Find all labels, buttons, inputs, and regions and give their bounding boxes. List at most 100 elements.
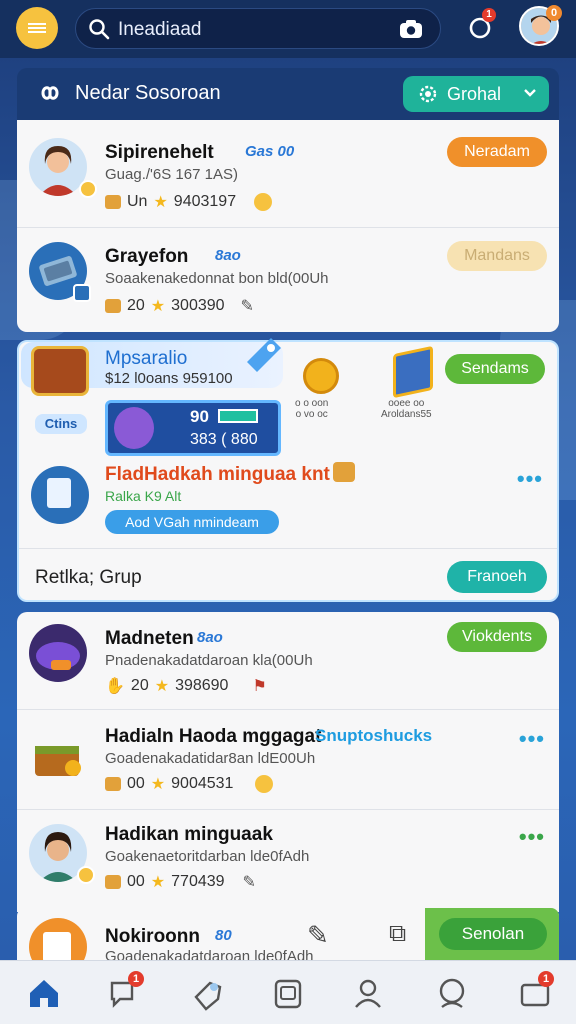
more-icon[interactable]: ••• [517, 466, 543, 492]
action-button[interactable]: Viokdents [447, 622, 547, 652]
group-label: Retlka; Grup [35, 567, 142, 588]
coins-icon [299, 348, 351, 394]
stat-score: 300390 [171, 297, 225, 314]
gift-box-icon [393, 345, 433, 399]
stat-count: 00 [127, 775, 145, 792]
more-icon[interactable]: ••• [519, 726, 545, 752]
franchise-button[interactable]: Franoeh [447, 561, 547, 593]
game-logo-icon [36, 642, 80, 670]
featured-title: Mpsaralio [105, 348, 188, 369]
stat-score: 9004531 [171, 775, 234, 792]
item-name: FladHadkah minguaa knt [105, 464, 330, 485]
chevron-down-icon [524, 89, 536, 97]
item-tag: 80 [215, 927, 232, 944]
list-item[interactable]: Sipirenehelt Gas 00 Guag./'6S 167 1AS) U… [17, 120, 559, 228]
pencil-icon: ✎ [240, 298, 254, 315]
coin-badge-icon [79, 180, 97, 198]
item-subtitle: Goadenakadatidar8an ldE00Uh [105, 750, 316, 767]
infinity-icon [41, 86, 59, 100]
nav-friends[interactable] [348, 973, 388, 1013]
chest-icon [105, 195, 121, 209]
camera-icon[interactable] [398, 18, 424, 40]
group-footer: Retlka; Grup Franoeh [19, 548, 557, 602]
add-button[interactable]: Aod VGah nmindeam [105, 510, 279, 534]
featured-subtitle: $12 l0oans 959100 [105, 370, 233, 387]
nav-inbox[interactable]: 1 [516, 971, 556, 1013]
search-icon [89, 19, 110, 40]
list-item[interactable]: Grayefon 8ao Soaakenakedonnat bon bld(00… [17, 228, 559, 332]
person-icon [355, 979, 381, 1008]
stat-count: 20 [130, 677, 149, 694]
flag-icon: ⚑ [252, 678, 267, 695]
item-name: Nokiroonn [105, 926, 200, 947]
stat-score: 398690 [175, 677, 229, 694]
send-panel: Senolan [425, 908, 559, 960]
avatar [29, 726, 87, 784]
send-button[interactable]: Sendams [445, 354, 545, 384]
item-name: Sipirenehelt [105, 142, 214, 163]
bottom-nav: 1 1 [0, 960, 576, 1024]
action-button[interactable]: Mandans [447, 241, 547, 271]
menu-button[interactable] [16, 7, 58, 49]
chest-icon [105, 875, 121, 889]
leaf-icon[interactable]: ✎ [307, 920, 329, 951]
home-icon [30, 980, 58, 1007]
nav-messages[interactable]: 1 [104, 971, 144, 1013]
item-name: Grayefon [105, 246, 189, 267]
treasure-chest-icon [31, 346, 89, 396]
item-stats: ✋ 20 ★ 398690 ⚑ [105, 676, 267, 696]
item-subtitle: Pnadenakadatdaroan kla(00Uh [105, 652, 313, 669]
share-icon[interactable]: ⧉ [389, 920, 406, 948]
search-input[interactable]: Ineadiaad [118, 19, 201, 41]
global-dropdown-label: Grohal [447, 84, 502, 104]
action-button[interactable]: Neradam [447, 137, 547, 167]
send-button[interactable]: Senolan [439, 918, 547, 950]
featured-card: Ctins Mpsaralio $12 l0oans 959100 o o oo… [17, 338, 559, 602]
stat-score: 770439 [171, 873, 225, 890]
chest-icon [333, 462, 355, 482]
chest-icon [105, 299, 121, 313]
item-name: Hadialn Haoda mggagat [105, 726, 322, 747]
list-item[interactable]: Nokiroonn 80 Goadenakadatdaroan lde0fAdh… [17, 908, 559, 960]
item-stats: 00 ★ 9004531 [105, 774, 274, 794]
pencil-icon: ✎ [242, 874, 256, 891]
nav-profile[interactable] [432, 973, 472, 1013]
nav-search[interactable] [188, 973, 228, 1013]
item-tag: 8ao [197, 629, 223, 646]
section-header: Nedar Sosoroan Grohal [17, 68, 559, 120]
item-stats: 00 ★ 770439 ✎ [105, 872, 256, 892]
notifications-button[interactable]: 1 [466, 8, 496, 42]
tag-icon [194, 981, 222, 1011]
list-item[interactable]: Hadikan minguaak Goakenaetoritdarban lde… [17, 810, 559, 912]
rocket-icon [247, 338, 281, 372]
nav-shop[interactable] [268, 973, 308, 1013]
top-bar: Ineadiaad 1 0 [0, 0, 576, 58]
progress-bar [218, 409, 258, 423]
item-tag: Gas 00 [245, 143, 295, 160]
star-icon: ★ [150, 776, 166, 793]
avatar [29, 624, 87, 682]
item-subtitle: Goadenakadatdaroan lde0fAdh [105, 948, 314, 960]
gear-icon [419, 85, 437, 103]
avatar-badge: 0 [546, 5, 562, 21]
stat-count: 20 [127, 297, 145, 314]
tile-caption: o o oon o vo oc [295, 398, 329, 420]
nav-home[interactable] [24, 973, 64, 1013]
search-bar[interactable]: Ineadiaad [75, 8, 441, 49]
item-subtitle: Goakenaetoritdarban lde0fAdh [105, 848, 310, 865]
stat-count: 00 [127, 873, 145, 890]
more-icon[interactable]: ••• [519, 824, 545, 850]
game-tile[interactable]: 90 383 ( 880 [105, 400, 281, 456]
list-card: Sipirenehelt Gas 00 Guag./'6S 167 1AS) U… [17, 120, 559, 332]
item-stats: Un ★ 9403197 [105, 192, 273, 212]
star-icon: ★ [150, 874, 166, 891]
star-icon: ★ [153, 194, 168, 211]
global-dropdown[interactable]: Grohal [403, 76, 549, 112]
icon-label: Ctins [35, 414, 87, 434]
document-avatar-icon [29, 918, 87, 960]
list-item[interactable]: Madneten 8ao Pnadenakadatdaroan kla(00Uh… [17, 612, 559, 710]
coin-badge-icon [77, 866, 95, 884]
treasure-chest-icon [35, 746, 81, 776]
hand-icon: ✋ [105, 678, 125, 695]
list-item[interactable]: Hadialn Haoda mggagat Snuptoshucks Goade… [17, 710, 559, 810]
